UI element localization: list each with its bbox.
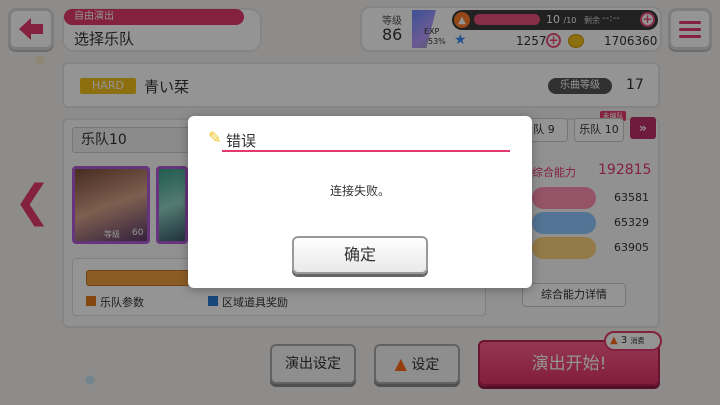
pen-icon: ✎ — [208, 128, 222, 147]
confirm-button[interactable]: 确定 — [292, 236, 428, 274]
dialog-message: 连接失败。 — [329, 184, 390, 198]
dialog-title: 错误 — [226, 132, 257, 150]
dialog-divider — [222, 150, 510, 152]
